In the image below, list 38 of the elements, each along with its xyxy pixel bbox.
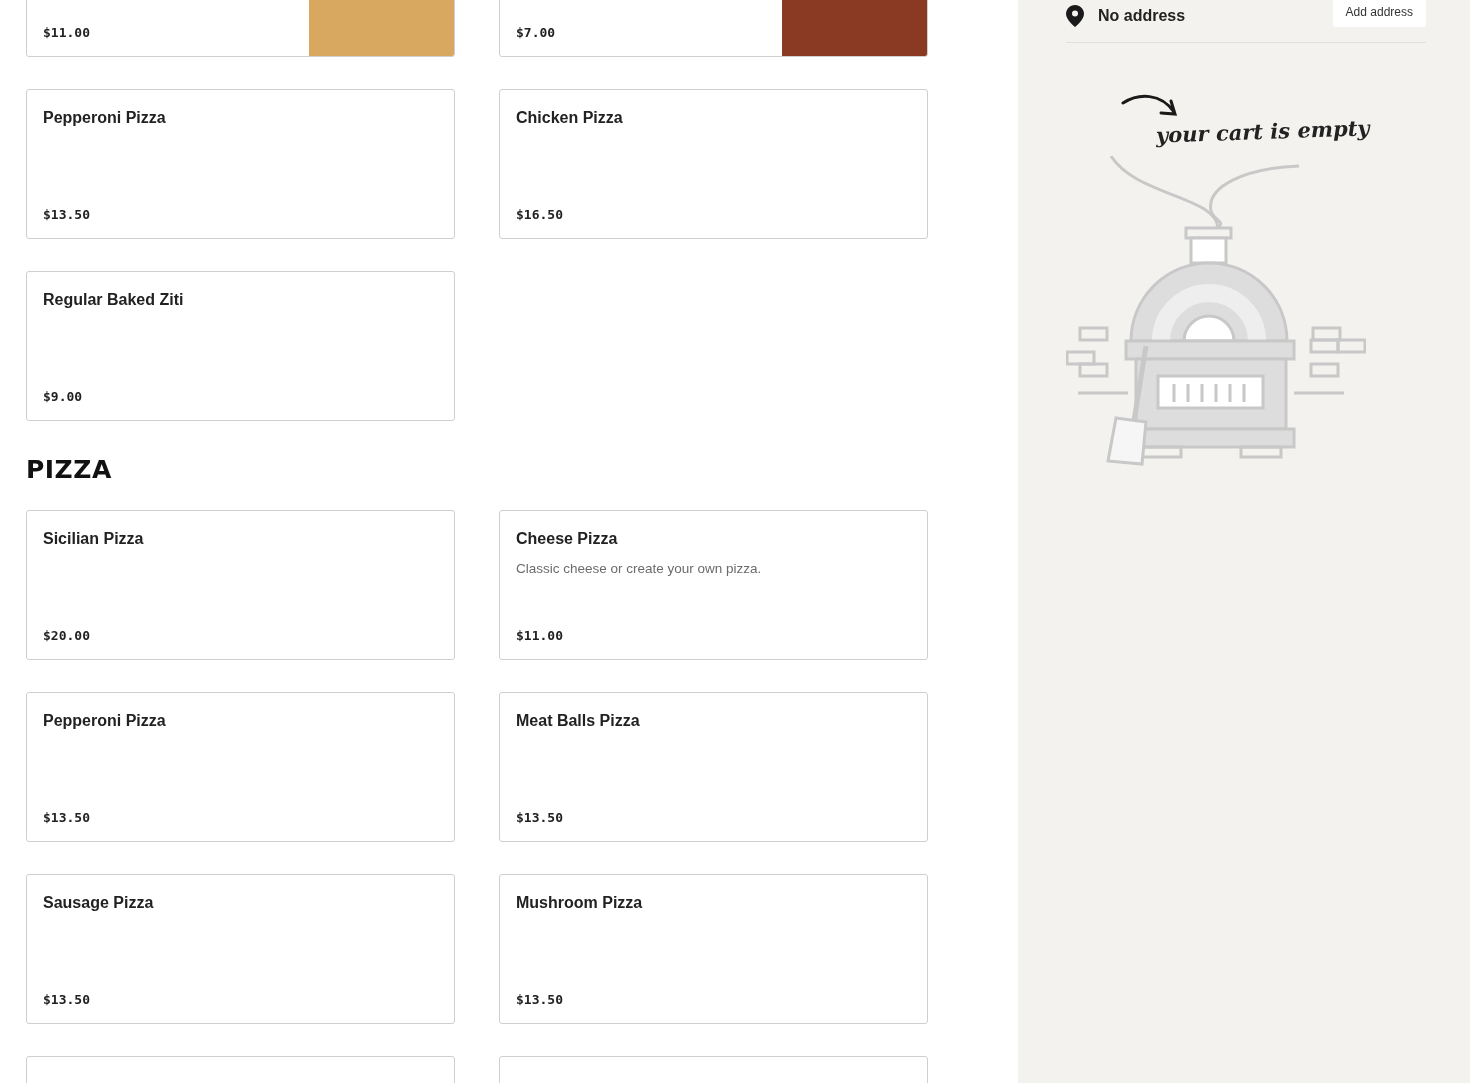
menu-item-card[interactable]: Regular Baked Ziti $9.00 xyxy=(26,271,455,421)
menu-item-card[interactable]: Cheese Pizza Classic cheese or create your own pizza. $11.00 xyxy=(499,510,928,660)
menu-item-card[interactable]: $7.00 xyxy=(499,0,928,57)
curved-arrow-icon xyxy=(1121,93,1179,119)
item-name: Chicken Pizza xyxy=(516,109,624,127)
menu-item-card[interactable]: Sausage Pizza $13.50 xyxy=(26,874,455,1024)
empty-cart-message: your cart is empty xyxy=(1155,115,1370,148)
item-name: Sicilian Pizza xyxy=(43,530,145,548)
item-name: Pepperoni Pizza xyxy=(43,109,167,127)
item-price: $13.50 xyxy=(43,207,91,222)
item-name: Mushroom Pizza xyxy=(516,894,644,912)
menu-item-card[interactable]: Mushroom Pizza $13.50 xyxy=(499,874,928,1024)
item-name: Pepperoni Pizza xyxy=(43,712,167,730)
menu-item-card[interactable]: Sicilian Pizza $20.00 xyxy=(26,510,455,660)
item-name: Cheese Pizza xyxy=(516,530,619,548)
item-price: $11.00 xyxy=(516,628,564,643)
item-price: $13.50 xyxy=(43,810,91,825)
item-price: $13.50 xyxy=(516,810,564,825)
menu-item-card[interactable]: Meat Balls Pizza $13.50 xyxy=(499,692,928,842)
menu-item-card[interactable]: Pepperoni Pizza $13.50 xyxy=(26,692,455,842)
item-price: $11.00 xyxy=(43,25,91,40)
item-price: $16.50 xyxy=(516,207,564,222)
item-price: $9.00 xyxy=(43,389,84,404)
location-pin-icon xyxy=(1066,5,1084,27)
address-text: No address xyxy=(1098,7,1187,25)
add-address-button[interactable]: Add address xyxy=(1332,0,1426,27)
item-price: $13.50 xyxy=(516,992,564,1007)
item-name: Meat Balls Pizza xyxy=(516,712,641,730)
item-description: Classic cheese or create your own pizza. xyxy=(516,561,763,576)
item-name: Sausage Pizza xyxy=(43,894,155,912)
menu-item-card[interactable]: Pepperoni Pizza $13.50 xyxy=(26,89,455,239)
item-price: $20.00 xyxy=(43,628,91,643)
item-price: $13.50 xyxy=(43,992,91,1007)
item-price: $7.00 xyxy=(516,25,557,40)
menu-item-card[interactable]: $11.00 xyxy=(26,0,455,57)
section-heading: PIZZA xyxy=(26,457,113,482)
menu-item-card[interactable]: Chicken Pizza $16.50 xyxy=(499,89,928,239)
item-name: Regular Baked Ziti xyxy=(43,291,185,309)
